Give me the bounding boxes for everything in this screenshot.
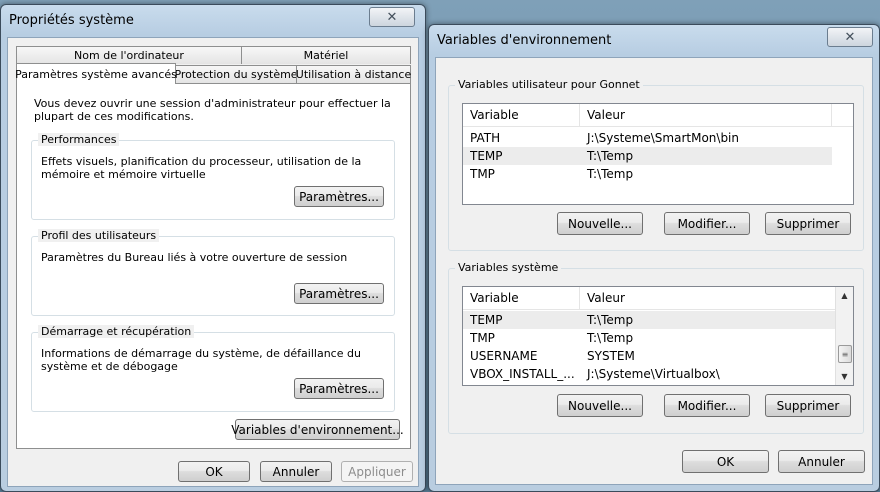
user-edit-button[interactable]: Modifier... — [664, 212, 750, 235]
scroll-down-icon[interactable]: ▼ — [836, 368, 853, 385]
window-title: Propriétés système — [9, 13, 134, 28]
user-profiles-group: Profil des utilisateurs Paramètres du Bu… — [31, 229, 395, 316]
user-variables-label: Variables utilisateur pour Gonnet — [455, 78, 643, 91]
close-icon: ✕ — [844, 29, 856, 45]
column-variable[interactable]: Variable — [463, 104, 580, 126]
tab-advanced-settings[interactable]: Paramètres système avancés — [15, 63, 177, 84]
system-properties-window: Propriétés système ✕ Nom de l'ordinateur… — [0, 4, 426, 492]
user-profiles-description: Paramètres du Bureau liés à votre ouvert… — [41, 251, 348, 264]
close-button[interactable]: ✕ — [369, 7, 415, 27]
list-header: Variable Valeur — [463, 287, 853, 310]
startup-recovery-description: Informations de démarrage du système, de… — [41, 347, 361, 373]
list-item[interactable]: TMP T:\Temp — [463, 165, 853, 183]
environment-variables-button[interactable]: Variables d'environnement... — [231, 419, 404, 440]
vertical-scrollbar[interactable]: ▲ ≡ ▼ — [835, 287, 853, 385]
user-variables-group: Variables utilisateur pour Gonnet Variab… — [448, 78, 864, 251]
column-variable[interactable]: Variable — [463, 287, 580, 309]
list-item[interactable]: USERNAME SYSTEM — [463, 347, 853, 365]
list-item[interactable]: TMP T:\Temp — [463, 329, 853, 347]
cancel-button[interactable]: Annuler — [260, 461, 332, 482]
list-item[interactable]: PATH J:\Systeme\SmartMon\bin — [463, 129, 853, 147]
column-value[interactable]: Valeur — [580, 287, 836, 309]
tab-hardware[interactable]: Matériel — [241, 46, 411, 64]
dialog-client-area: Variables utilisateur pour Gonnet Variab… — [435, 57, 873, 485]
close-button[interactable]: ✕ — [827, 27, 873, 47]
startup-recovery-settings-button[interactable]: Paramètres... — [294, 378, 384, 399]
list-item[interactable]: VBOX_INSTALL_... J:\Systeme\Virtualbox\ — [463, 365, 853, 383]
tab-system-protection[interactable]: Protection du système — [174, 65, 298, 83]
performance-group: Performances Effets visuels, planificati… — [31, 133, 395, 220]
user-new-button[interactable]: Nouvelle... — [557, 212, 643, 235]
system-delete-button[interactable]: Supprimer — [765, 394, 851, 417]
ok-button[interactable]: OK — [178, 461, 250, 482]
tab-computer-name[interactable]: Nom de l'ordinateur — [16, 46, 242, 64]
column-value[interactable]: Valeur — [580, 104, 832, 126]
admin-notice: Vous devez ouvrir une session d'administ… — [34, 97, 391, 123]
apply-button[interactable]: Appliquer — [341, 461, 413, 482]
system-variables-group: Variables système Variable Valeur TEMP T… — [448, 261, 864, 434]
scroll-up-icon[interactable]: ▲ — [836, 287, 853, 304]
user-profiles-settings-button[interactable]: Paramètres... — [294, 283, 384, 304]
tab-panel: Vous devez ouvrir une session d'administ… — [16, 83, 411, 449]
tab-remote[interactable]: Utilisation à distance — [296, 65, 411, 83]
performance-settings-button[interactable]: Paramètres... — [294, 186, 384, 207]
ok-button[interactable]: OK — [682, 450, 769, 473]
window-title: Variables d'environnement — [437, 33, 612, 48]
performance-label: Performances — [38, 133, 120, 146]
environment-variables-window: Variables d'environnement ✕ Variables ut… — [428, 24, 880, 492]
system-variables-label: Variables système — [455, 261, 562, 274]
list-item[interactable]: TEMP T:\Temp — [463, 311, 836, 329]
system-variables-list[interactable]: Variable Valeur TEMP T:\Temp TMP T:\Temp… — [462, 286, 854, 386]
startup-recovery-label: Démarrage et récupération — [38, 325, 195, 338]
cancel-button[interactable]: Annuler — [778, 450, 865, 473]
dialog-client-area: Nom de l'ordinateur Matériel Paramètres … — [7, 37, 419, 487]
user-variables-list[interactable]: Variable Valeur PATH J:\Systeme\SmartMon… — [462, 103, 854, 205]
scroll-thumb[interactable]: ≡ — [838, 345, 852, 363]
system-edit-button[interactable]: Modifier... — [664, 394, 750, 417]
close-icon: ✕ — [386, 9, 398, 25]
list-header: Variable Valeur — [463, 104, 853, 127]
user-delete-button[interactable]: Supprimer — [765, 212, 851, 235]
performance-description: Effets visuels, planification du process… — [41, 155, 362, 181]
user-profiles-label: Profil des utilisateurs — [38, 229, 160, 242]
system-new-button[interactable]: Nouvelle... — [557, 394, 643, 417]
startup-recovery-group: Démarrage et récupération Informations d… — [31, 325, 395, 412]
list-item[interactable]: TEMP T:\Temp — [463, 147, 832, 165]
